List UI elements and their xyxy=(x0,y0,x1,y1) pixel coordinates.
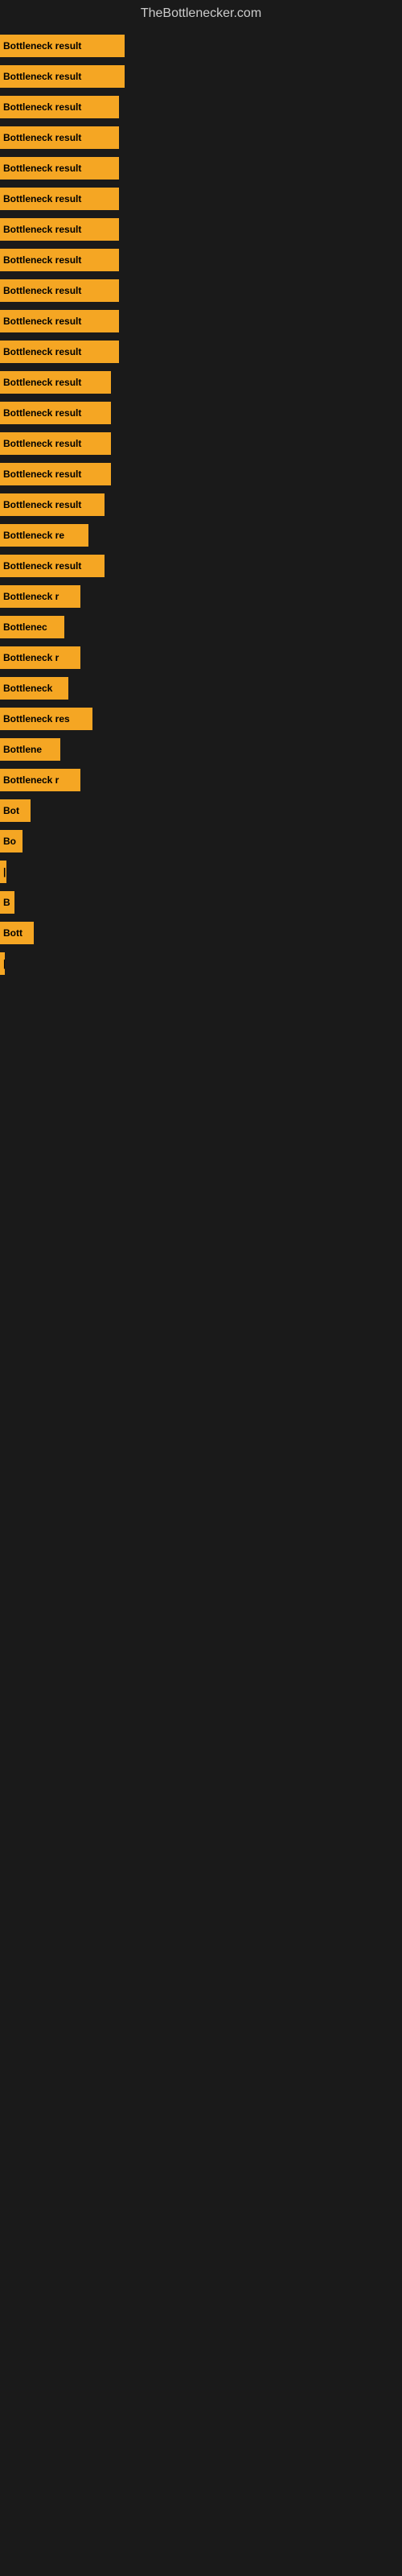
bar-label: Bottleneck result xyxy=(3,407,81,419)
bar-row: | xyxy=(0,948,402,979)
bar-label: Bottleneck res xyxy=(3,713,70,724)
bottleneck-bar: Bottleneck result xyxy=(0,126,119,149)
bar-row: Bott xyxy=(0,918,402,948)
bars-container: Bottleneck result Bottleneck result Bottle… xyxy=(0,27,402,2479)
bar-label: Bottleneck result xyxy=(3,469,81,480)
bar-row: Bottleneck result xyxy=(0,122,402,153)
bar-row: Bottleneck result xyxy=(0,61,402,92)
bottleneck-bar: Bottleneck res xyxy=(0,708,92,730)
bottleneck-bar: Bottleneck result xyxy=(0,96,119,118)
bottleneck-bar: Bottleneck result xyxy=(0,310,119,332)
bar-label: Bottleneck xyxy=(3,683,52,694)
bar-row: Bottleneck r xyxy=(0,581,402,612)
bar-row: Bottleneck result xyxy=(0,31,402,61)
bar-label: | xyxy=(3,958,5,969)
bar-row: | xyxy=(0,857,402,887)
bar-label: Bottleneck result xyxy=(3,346,81,357)
bar-row: Bottleneck result xyxy=(0,153,402,184)
bar-label: Bottleneck result xyxy=(3,163,81,174)
bar-label: Bottleneck result xyxy=(3,560,81,572)
bar-row: Bottleneck result xyxy=(0,245,402,275)
bar-label: Bott xyxy=(3,927,23,939)
bar-row: Bot xyxy=(0,795,402,826)
bar-label: B xyxy=(3,897,10,908)
bottleneck-bar: Bottleneck r xyxy=(0,585,80,608)
bar-row: Bottleneck result xyxy=(0,551,402,581)
bar-label: Bottleneck result xyxy=(3,71,81,82)
bar-label: Bottleneck result xyxy=(3,316,81,327)
bar-row: Bottleneck result xyxy=(0,367,402,398)
bottleneck-bar: Bottleneck result xyxy=(0,432,111,455)
site-title: TheBottlenecker.com xyxy=(0,0,402,27)
bottleneck-bar: Bottleneck xyxy=(0,677,68,700)
bar-label: Bottleneck r xyxy=(3,591,59,602)
bar-label: Bottleneck result xyxy=(3,101,81,113)
bar-label: Bottlenec xyxy=(3,621,47,633)
bottleneck-bar: Bottleneck r xyxy=(0,769,80,791)
bottleneck-bar: Bott xyxy=(0,922,34,944)
bottleneck-bar: Bottleneck result xyxy=(0,218,119,241)
bar-row: Bottleneck result xyxy=(0,275,402,306)
page-wrapper: TheBottlenecker.com Bottleneck resultBot… xyxy=(0,0,402,2479)
bar-row: Bottleneck result xyxy=(0,398,402,428)
bar-label: Bottlene xyxy=(3,744,42,755)
bottleneck-bar: Bottleneck result xyxy=(0,65,125,88)
bar-label: Bottleneck r xyxy=(3,652,59,663)
bar-label: | xyxy=(3,866,6,877)
bottleneck-bar: Bottleneck result xyxy=(0,402,111,424)
bar-row: Bottleneck result xyxy=(0,306,402,336)
bottleneck-bar: Bottleneck result xyxy=(0,188,119,210)
bar-row: Bottlene xyxy=(0,734,402,765)
bottleneck-bar: Bottleneck result xyxy=(0,341,119,363)
bar-label: Bottleneck result xyxy=(3,377,81,388)
bottleneck-bar: B xyxy=(0,891,14,914)
bar-row: Bottleneck result xyxy=(0,214,402,245)
bar-label: Bottleneck r xyxy=(3,774,59,786)
bar-row: Bottleneck r xyxy=(0,642,402,673)
bar-row: Bottlenec xyxy=(0,612,402,642)
bottleneck-bar: Bo xyxy=(0,830,23,852)
bar-label: Bottleneck result xyxy=(3,499,81,510)
bottleneck-bar: Bottleneck result xyxy=(0,555,105,577)
bottleneck-bar: Bottleneck result xyxy=(0,249,119,271)
bar-label: Bottleneck result xyxy=(3,285,81,296)
bar-label: Bo xyxy=(3,836,16,847)
bar-label: Bottleneck re xyxy=(3,530,64,541)
bar-label: Bot xyxy=(3,805,19,816)
bar-row: Bottleneck result xyxy=(0,489,402,520)
bar-row: Bottleneck xyxy=(0,673,402,704)
bar-row: Bottleneck re xyxy=(0,520,402,551)
bar-row: Bottleneck result xyxy=(0,459,402,489)
bottleneck-bar: Bottleneck result xyxy=(0,279,119,302)
bar-label: Bottleneck result xyxy=(3,40,81,52)
bar-row: Bottleneck r xyxy=(0,765,402,795)
bar-label: Bottleneck result xyxy=(3,254,81,266)
bottleneck-bar: Bottleneck re xyxy=(0,524,88,547)
bar-label: Bottleneck result xyxy=(3,224,81,235)
bottleneck-bar: Bottlenec xyxy=(0,616,64,638)
bottleneck-bar: Bottlene xyxy=(0,738,60,761)
bottleneck-bar: Bottleneck result xyxy=(0,157,119,180)
bottleneck-bar: Bottleneck result xyxy=(0,463,111,485)
bottleneck-bar: Bottleneck r xyxy=(0,646,80,669)
bar-row: Bottleneck res xyxy=(0,704,402,734)
bar-row: Bottleneck result xyxy=(0,92,402,122)
bar-row: Bottleneck result xyxy=(0,336,402,367)
bottleneck-bar: | xyxy=(0,861,6,883)
bottleneck-bar: Bottleneck result xyxy=(0,35,125,57)
bottleneck-bar: Bottleneck result xyxy=(0,371,111,394)
bar-label: Bottleneck result xyxy=(3,438,81,449)
bar-row: Bottleneck result xyxy=(0,184,402,214)
bar-row: Bottleneck result xyxy=(0,428,402,459)
bar-row: Bo xyxy=(0,826,402,857)
bar-label: Bottleneck result xyxy=(3,193,81,204)
bottleneck-bar: | xyxy=(0,952,5,975)
bottleneck-bar: Bot xyxy=(0,799,31,822)
bottleneck-bar: Bottleneck result xyxy=(0,493,105,516)
bar-row: B xyxy=(0,887,402,918)
bar-label: Bottleneck result xyxy=(3,132,81,143)
